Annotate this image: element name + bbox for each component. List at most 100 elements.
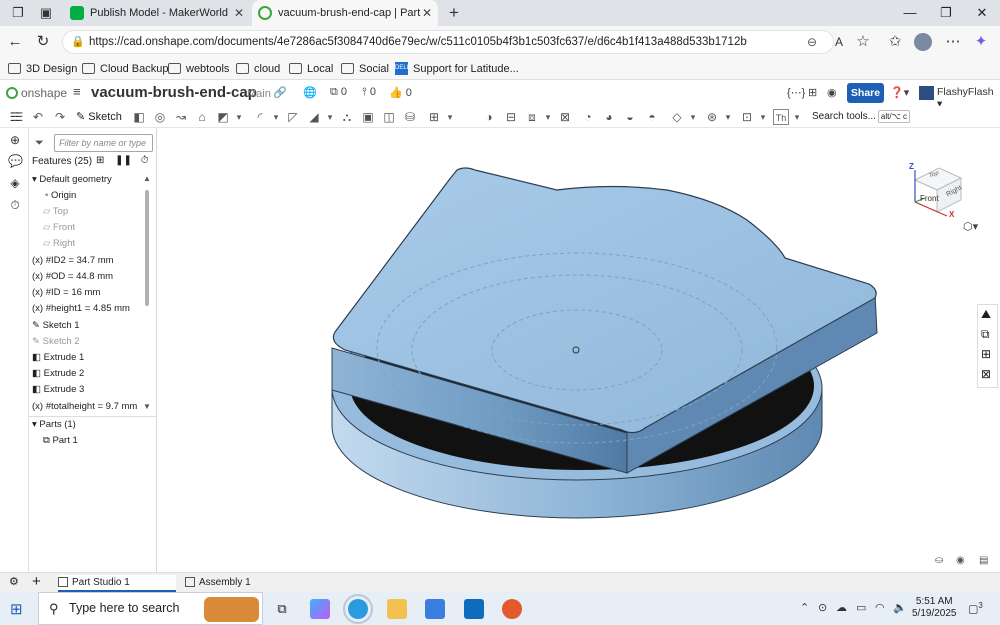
close-tab-icon[interactable]: ✕: [422, 0, 432, 26]
undo-icon[interactable]: ↶: [30, 109, 46, 125]
thicken-tool-icon[interactable]: ◩: [215, 109, 231, 125]
dropdown-icon[interactable]: ▾: [322, 109, 338, 125]
more-menu-icon[interactable]: ⋯: [944, 33, 962, 51]
app-taskbar-icon[interactable]: [502, 599, 522, 619]
windows-start-icon[interactable]: ⊞: [10, 600, 23, 618]
versions-icon[interactable]: ⧉ 0: [330, 86, 347, 99]
feature-front-plane[interactable]: ▱ Front: [43, 222, 75, 234]
cylinder-tool-icon[interactable]: ⛁: [402, 109, 418, 125]
feature-sketch-1[interactable]: ✎ Sketch 1: [32, 320, 80, 332]
workspaces-icon[interactable]: ❐: [10, 5, 26, 21]
onedrive-icon[interactable]: ☁: [836, 601, 847, 614]
favorites-icon[interactable]: ✩: [886, 33, 904, 51]
help-icon[interactable]: ❓▾: [890, 86, 909, 99]
site-info-icon[interactable]: 🔒: [71, 31, 85, 53]
onshape-logo[interactable]: onshape: [6, 86, 67, 100]
taskbar-search[interactable]: ⚲ Type here to search: [38, 592, 263, 625]
bookmark-cloud[interactable]: cloud: [236, 61, 280, 77]
edge-taskbar-icon[interactable]: [343, 594, 373, 624]
fillet-tool-icon[interactable]: ◜: [252, 109, 268, 125]
feature-top-plane[interactable]: ▱ Top: [43, 206, 68, 218]
part-1[interactable]: ⧉ Part 1: [43, 435, 78, 447]
revolve-tool-icon[interactable]: ◎: [152, 109, 168, 125]
dropdown-icon[interactable]: ▾: [231, 109, 247, 125]
redo-icon[interactable]: ↷: [52, 109, 68, 125]
custom-tables-icon[interactable]: ⊠: [981, 367, 991, 381]
link-icon[interactable]: 🔗: [273, 86, 287, 99]
split-tool-icon[interactable]: ⊟: [503, 109, 519, 125]
render-studio-icon[interactable]: ◉: [827, 86, 837, 99]
read-aloud-icon[interactable]: A: [830, 33, 848, 51]
feature-list-icon[interactable]: ☷: [8, 110, 22, 124]
boolean-tool-icon[interactable]: ◑: [481, 109, 497, 125]
pause-icon[interactable]: ❚❚: [115, 155, 132, 166]
comments-icon[interactable]: 💬: [8, 154, 23, 168]
dropdown-icon[interactable]: ▾: [685, 109, 701, 125]
default-geometry-group[interactable]: ▾ Default geometry: [32, 174, 112, 186]
dropdown-icon[interactable]: ▾: [268, 109, 284, 125]
loft-tool-icon[interactable]: ⌂: [194, 109, 210, 125]
variable-tool-icon[interactable]: ⊡: [739, 109, 755, 125]
new-tab-icon[interactable]: +: [446, 4, 462, 21]
bookmark-3d-design[interactable]: 3D Design: [8, 61, 77, 77]
bookmark-support-latitude[interactable]: DELL Support for Latitude...: [395, 61, 519, 77]
wifi-icon[interactable]: ◠: [875, 601, 885, 614]
filter-icon[interactable]: ⏷: [35, 137, 44, 150]
sketch-button[interactable]: ✎ Sketch: [76, 109, 122, 125]
close-tab-icon[interactable]: ✕: [234, 0, 244, 26]
feature-origin[interactable]: • Origin: [45, 190, 76, 202]
back-icon[interactable]: ←: [6, 33, 24, 51]
feature-extrude-3[interactable]: ◧ Extrude 3: [32, 384, 84, 396]
app-store-icon[interactable]: ⊞: [808, 86, 817, 99]
bookmark-cloud-backup[interactable]: Cloud Backup: [82, 61, 169, 77]
tab-actions-icon[interactable]: ▣: [38, 5, 54, 21]
transform-tool-icon[interactable]: ⧈: [524, 109, 540, 125]
history-icon[interactable]: ⏱: [8, 198, 22, 212]
rib-tool-icon[interactable]: ⛬: [339, 109, 355, 125]
feature-variable-totalheight[interactable]: (x) #totalheight = 9.7 mm: [32, 401, 137, 413]
close-window-button[interactable]: ✕: [964, 0, 1000, 26]
offset-surface-tool-icon[interactable]: ◓: [644, 109, 660, 125]
bookmark-webtools[interactable]: webtools: [168, 61, 229, 77]
tray-app-icon[interactable]: ⊙: [818, 601, 827, 614]
profile-avatar[interactable]: [914, 33, 932, 51]
sweep-tool-icon[interactable]: ↝: [173, 109, 189, 125]
shell-tool-icon[interactable]: ▣: [360, 109, 376, 125]
parts-group[interactable]: ▾ Parts (1): [32, 419, 76, 431]
filter-input[interactable]: Filter by name or type: [54, 134, 153, 152]
viewcube-front-label[interactable]: Front: [920, 194, 939, 203]
feature-variable-height1[interactable]: (x) #height1 = 4.85 mm: [32, 303, 130, 315]
tab-part-studio-1[interactable]: Part Studio 1: [58, 575, 176, 592]
document-name[interactable]: vacuum-brush-end-cap: [91, 84, 257, 101]
mass-properties-icon[interactable]: ⛰: [981, 307, 991, 322]
view-options-icon[interactable]: ⬡▾: [963, 220, 978, 233]
dropdown-icon[interactable]: ▾: [720, 109, 736, 125]
branches-icon[interactable]: ⫯ 0: [362, 86, 376, 99]
draft-tool-icon[interactable]: ◢: [306, 109, 322, 125]
tab-assembly-1[interactable]: Assembly 1: [185, 575, 251, 590]
code-icon[interactable]: {⋯}: [787, 86, 805, 99]
volume-icon[interactable]: 🔈: [893, 601, 907, 614]
dropdown-icon[interactable]: ▾: [540, 109, 556, 125]
share-button[interactable]: Share: [847, 83, 884, 103]
appearances-icon[interactable]: ◈: [8, 176, 22, 190]
feature-sketch-2[interactable]: ✎ Sketch 2: [32, 336, 80, 348]
bookmark-social[interactable]: Social: [341, 61, 389, 77]
restore-button[interactable]: ❐: [928, 0, 964, 26]
feature-variable-od[interactable]: (x) #OD = 44.8 mm: [32, 271, 113, 283]
battery-icon[interactable]: ▭: [856, 601, 866, 614]
feature-variable-id[interactable]: (x) #ID = 16 mm: [32, 287, 100, 299]
section-view-icon[interactable]: ⛀: [935, 555, 943, 566]
scroll-up-icon[interactable]: ▲: [143, 174, 151, 183]
hole-tool-icon[interactable]: ◫: [381, 109, 397, 125]
url-field[interactable]: 🔒 https://cad.onshape.com/documents/4e72…: [62, 30, 834, 54]
notifications-icon[interactable]: ▢3: [968, 601, 983, 616]
feature-extrude-2[interactable]: ◧ Extrude 2: [32, 368, 84, 380]
add-folder-icon[interactable]: ⊞: [96, 155, 104, 166]
feature-extrude-1[interactable]: ◧ Extrude 1: [32, 352, 84, 364]
plane-tool-icon[interactable]: ◇: [669, 109, 685, 125]
feature-variable-id2[interactable]: (x) #ID2 = 34.7 mm: [32, 255, 114, 267]
extrude-tool-icon[interactable]: ◧: [131, 109, 147, 125]
view-cube[interactable]: Top Front Right Z X: [899, 142, 979, 232]
outlook-icon[interactable]: [464, 599, 484, 619]
